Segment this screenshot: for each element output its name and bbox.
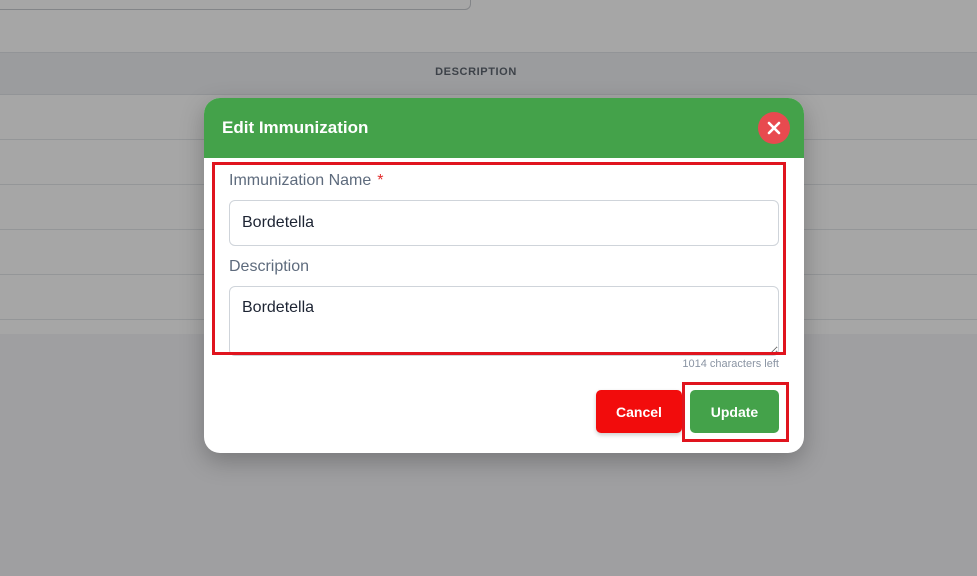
dialog-title: Edit Immunization [222, 118, 369, 137]
close-button[interactable] [758, 112, 790, 144]
edit-immunization-dialog: Edit Immunization Immunization Name* Des… [204, 98, 804, 453]
fields-highlight-box [212, 162, 786, 355]
update-highlight-box [682, 382, 789, 442]
cancel-button[interactable]: Cancel [596, 390, 682, 433]
dialog-header: Edit Immunization [204, 98, 804, 158]
characters-left-counter: 1014 characters left [682, 358, 779, 370]
close-icon [767, 121, 781, 135]
